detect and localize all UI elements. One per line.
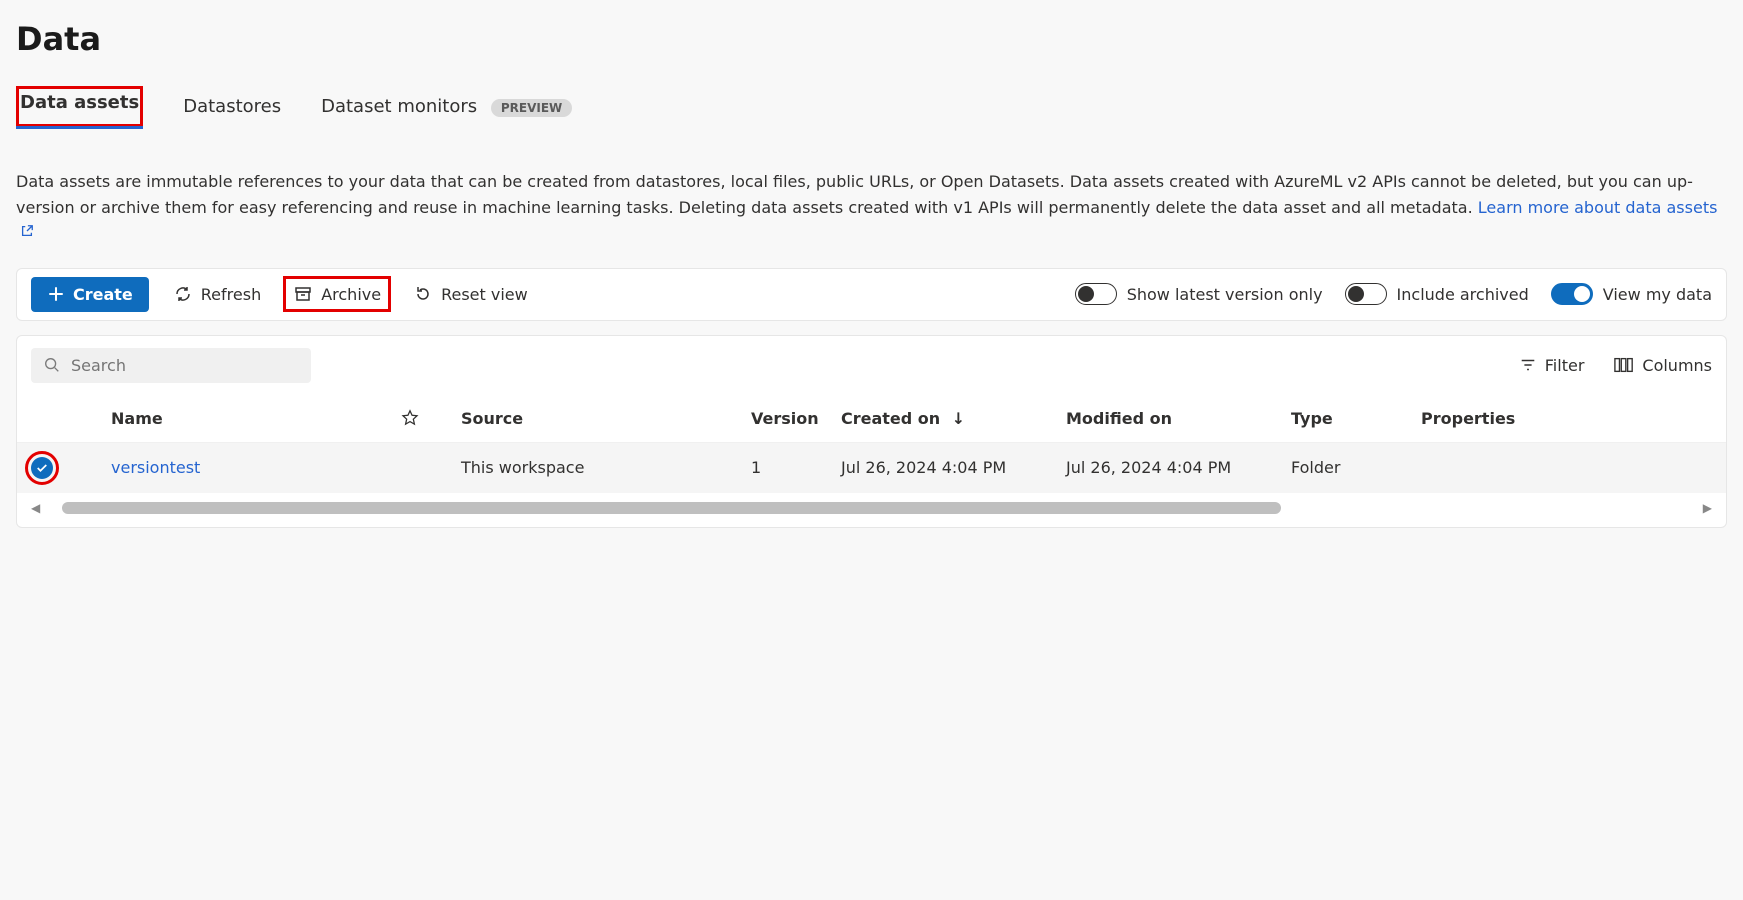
scroll-thumb[interactable]: [62, 502, 1280, 514]
refresh-label: Refresh: [201, 285, 261, 304]
learn-more-label: Learn more about data assets: [1478, 198, 1718, 217]
col-modified[interactable]: Modified on: [1066, 409, 1291, 428]
toggle-include-archived[interactable]: [1345, 283, 1387, 305]
reset-view-button[interactable]: Reset view: [407, 278, 534, 310]
preview-badge: PREVIEW: [491, 99, 572, 117]
row-checkbox[interactable]: [31, 457, 53, 479]
col-created[interactable]: Created on ↓: [841, 409, 1066, 428]
refresh-icon: [173, 284, 193, 304]
filter-icon: [1519, 356, 1537, 374]
filter-label: Filter: [1545, 356, 1585, 375]
row-created: Jul 26, 2024 4:04 PM: [841, 458, 1066, 477]
columns-button[interactable]: Columns: [1614, 356, 1712, 375]
tab-row: Data assets Datastores Dataset monitors …: [16, 86, 1727, 141]
plus-icon: [47, 285, 65, 303]
sort-desc-icon: ↓: [952, 409, 965, 428]
create-label: Create: [73, 285, 133, 304]
search-input[interactable]: [71, 356, 299, 375]
archive-button[interactable]: Archive: [285, 278, 389, 310]
row-name-link[interactable]: versiontest: [111, 458, 401, 477]
col-name[interactable]: Name: [111, 409, 401, 428]
description-body: Data assets are immutable references to …: [16, 172, 1693, 217]
row-modified: Jul 26, 2024 4:04 PM: [1066, 458, 1291, 477]
tab-data-assets[interactable]: Data assets: [16, 86, 143, 127]
horizontal-scrollbar[interactable]: ◀ ▶: [17, 493, 1726, 515]
col-source[interactable]: Source: [461, 409, 751, 428]
data-grid: Name Source Version Created on ↓ Modifie…: [17, 395, 1726, 493]
search-box[interactable]: [31, 348, 311, 383]
row-source: This workspace: [461, 458, 751, 477]
table-row[interactable]: versiontest This workspace 1 Jul 26, 202…: [17, 443, 1726, 493]
create-button[interactable]: Create: [31, 277, 149, 312]
col-created-label: Created on: [841, 409, 940, 428]
toolbar: Create Refresh Archive Reset view: [16, 268, 1727, 321]
tab-dataset-monitors-label: Dataset monitors: [321, 96, 477, 117]
columns-label: Columns: [1642, 356, 1712, 375]
checkmark-icon: [36, 462, 48, 474]
col-version[interactable]: Version: [751, 409, 841, 428]
archive-icon: [293, 284, 313, 304]
row-type: Folder: [1291, 458, 1421, 477]
scroll-left-icon[interactable]: ◀: [31, 501, 40, 515]
star-icon: [401, 409, 461, 427]
filter-button[interactable]: Filter: [1519, 356, 1585, 375]
grid-header-row: Name Source Version Created on ↓ Modifie…: [17, 395, 1726, 443]
toggle-view-my-data[interactable]: [1551, 283, 1593, 305]
toggle-include-archived-label: Include archived: [1397, 285, 1529, 304]
description-text: Data assets are immutable references to …: [16, 141, 1727, 258]
col-favorite[interactable]: [401, 409, 461, 427]
columns-icon: [1614, 356, 1634, 374]
archive-label: Archive: [321, 285, 381, 304]
reset-label: Reset view: [441, 285, 528, 304]
page-title: Data: [16, 0, 1727, 86]
col-properties[interactable]: Properties: [1421, 409, 1511, 428]
external-link-icon: [20, 223, 34, 242]
search-icon: [43, 356, 61, 374]
reset-icon: [413, 284, 433, 304]
table-panel: Filter Columns Name Sourc: [16, 335, 1727, 528]
row-version: 1: [751, 458, 841, 477]
toggle-show-latest-label: Show latest version only: [1127, 285, 1323, 304]
refresh-button[interactable]: Refresh: [167, 278, 267, 310]
tab-dataset-monitors[interactable]: Dataset monitors PREVIEW: [321, 90, 572, 123]
col-type[interactable]: Type: [1291, 409, 1421, 428]
tab-datastores[interactable]: Datastores: [183, 90, 281, 123]
toggle-view-my-data-label: View my data: [1603, 285, 1712, 304]
scroll-right-icon[interactable]: ▶: [1703, 501, 1712, 515]
toggle-show-latest[interactable]: [1075, 283, 1117, 305]
